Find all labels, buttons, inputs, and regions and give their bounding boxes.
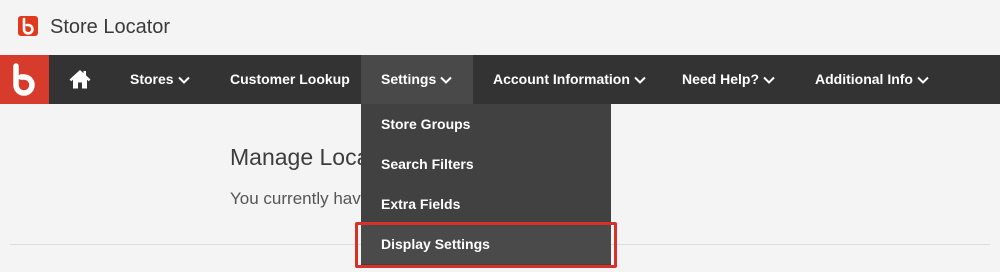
app-header: Store Locator bbox=[0, 0, 1000, 55]
menu-item-extra-fields[interactable]: Extra Fields bbox=[361, 184, 611, 224]
nav-item-stores[interactable]: Stores bbox=[130, 55, 190, 104]
chevron-down-icon bbox=[917, 55, 929, 104]
brand-logo-icon[interactable] bbox=[0, 55, 49, 104]
menu-item-search-filters[interactable]: Search Filters bbox=[361, 144, 611, 184]
nav-item-need-help[interactable]: Need Help? bbox=[682, 55, 775, 104]
chevron-down-icon bbox=[177, 55, 190, 104]
nav-item-label: Stores bbox=[130, 71, 174, 87]
nav-item-label: Account Information bbox=[493, 71, 630, 87]
nav-item-label: Need Help? bbox=[682, 71, 760, 87]
chevron-down-icon bbox=[440, 55, 452, 104]
nav-item-label: Settings bbox=[381, 71, 437, 87]
chevron-down-icon bbox=[763, 55, 775, 104]
page-title: Manage Loca bbox=[230, 144, 370, 170]
highlight-annotation-box bbox=[355, 222, 617, 268]
chevron-down-icon bbox=[634, 55, 646, 104]
nav-item-label: Additional Info bbox=[815, 71, 913, 87]
nav-item-customer-lookup[interactable]: Customer Lookup bbox=[230, 55, 350, 104]
app-logo-icon bbox=[18, 16, 38, 36]
nav-item-settings[interactable]: Settings bbox=[361, 55, 473, 104]
nav-item-additional-info[interactable]: Additional Info bbox=[815, 55, 929, 104]
app-title: Store Locator bbox=[50, 16, 171, 38]
main-navbar: Stores Customer Lookup Settings Account … bbox=[0, 55, 1000, 104]
nav-item-label: Customer Lookup bbox=[230, 71, 350, 87]
page-description: You currently hav bbox=[230, 189, 361, 208]
menu-item-store-groups[interactable]: Store Groups bbox=[361, 104, 611, 144]
home-icon[interactable] bbox=[68, 68, 92, 90]
nav-item-account-information[interactable]: Account Information bbox=[493, 55, 646, 104]
